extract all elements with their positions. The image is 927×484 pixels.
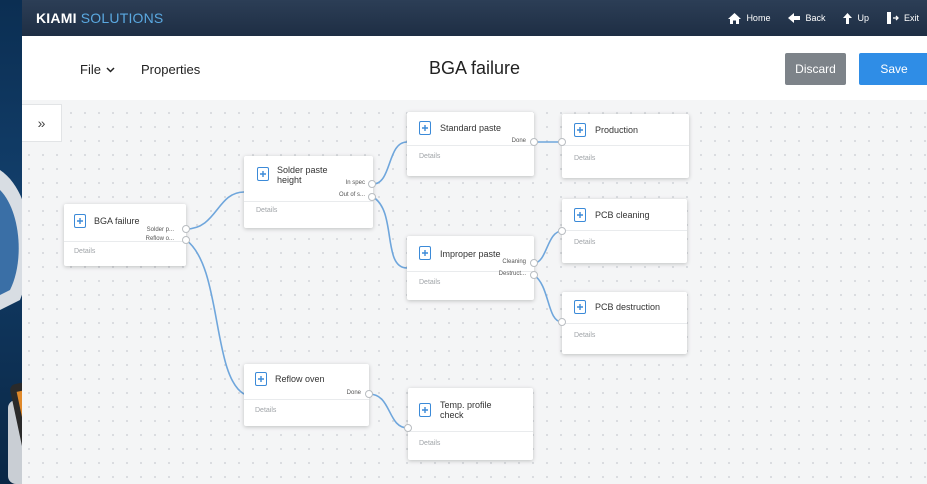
input-port[interactable] [558,227,566,235]
node-details: Details [419,279,441,286]
connector-done-to-temp-profile [368,393,409,429]
output-label: Cleaning [502,259,526,265]
chevron-down-icon [106,66,115,73]
node-details: Details [74,248,96,255]
document-icon [419,246,431,260]
node-details: Details [574,155,596,162]
editor-toolbar: File Properties BGA failure Discard Save [22,36,927,100]
output-port[interactable] [530,138,538,146]
up-link[interactable]: Up [843,12,869,24]
node-title: PCB cleaning [595,210,650,220]
document-icon [419,403,431,417]
output-label: In spec [345,180,365,186]
output-port[interactable] [530,259,538,267]
node-details: Details [419,440,441,447]
node-title: Solder paste height [277,165,328,185]
output-label: Done [346,390,361,396]
output-label: Destruct... [498,271,526,277]
exit-icon [886,12,899,24]
output-label: Out of s... [338,192,365,198]
exit-link[interactable]: Exit [886,12,919,24]
node-production[interactable]: Production Details [562,114,689,178]
connector-reflow-to-oven [185,239,245,395]
node-bga-failure[interactable]: BGA failure Solder p... Reflow o... Deta… [64,204,186,266]
input-port[interactable] [404,424,412,432]
document-icon [257,167,269,181]
node-title: BGA failure [94,216,140,226]
connector-inspec-to-standard [372,141,408,185]
document-icon [74,214,86,228]
output-port[interactable] [368,180,376,188]
file-menu[interactable]: File [80,62,115,77]
properties-menu[interactable]: Properties [141,62,200,77]
node-solder-paste-height[interactable]: Solder paste height In spec Out of s... … [244,156,373,228]
node-improper-paste[interactable]: Improper paste Cleaning Destruct... Deta… [407,236,534,300]
back-link[interactable]: Back [788,13,825,23]
save-button[interactable]: Save [859,53,927,85]
node-title: Improper paste [440,249,501,259]
brand-logo: KIAMI SOLUTIONS [36,10,164,26]
document-icon [574,123,586,137]
node-pcb-cleaning[interactable]: PCB cleaning Details [562,199,687,263]
connector-outofspec-to-improper [372,196,408,269]
top-bar: KIAMI SOLUTIONS Home Back Up Exit [22,0,927,36]
output-port[interactable] [530,271,538,279]
node-temp-profile-check[interactable]: Temp. profile check Details [408,388,533,460]
node-details: Details [419,153,441,160]
home-link[interactable]: Home [728,12,770,24]
connector-cleaning-to-pcb-cleaning [533,230,563,264]
output-label: Done [511,138,526,144]
node-title: PCB destruction [595,302,661,312]
node-pcb-destruction[interactable]: PCB destruction Details [562,292,687,354]
node-details: Details [256,207,278,214]
document-icon [574,300,586,314]
input-port[interactable] [558,318,566,326]
node-standard-paste[interactable]: Standard paste Done Details [407,112,534,176]
flow-editor: File Properties BGA failure Discard Save… [22,36,927,484]
document-icon [574,208,586,222]
node-details: Details [255,407,277,414]
input-port[interactable] [558,138,566,146]
output-port[interactable] [182,225,190,233]
node-title: Reflow oven [275,374,325,384]
document-icon [255,372,267,386]
node-title: Production [595,125,639,135]
document-icon [419,121,431,135]
output-port[interactable] [182,236,190,244]
output-port[interactable] [368,193,376,201]
node-title: Temp. profile check [440,400,492,420]
node-details: Details [574,239,596,246]
node-details: Details [574,332,596,339]
expand-panel-button[interactable]: » [22,104,62,142]
discard-button[interactable]: Discard [785,53,846,85]
connector-solder-to-height [185,191,245,230]
top-navigation: Home Back Up Exit [728,12,919,24]
home-icon [728,12,742,24]
node-reflow-oven[interactable]: Reflow oven Done Details [244,364,369,426]
output-label: Reflow o... [145,236,174,242]
up-arrow-icon [843,12,853,24]
node-title: Standard paste [440,123,502,133]
back-arrow-icon [788,13,801,23]
connector-destruct-to-pcb-destruction [533,274,563,323]
output-label: Solder p... [146,227,174,233]
output-port[interactable] [365,390,373,398]
